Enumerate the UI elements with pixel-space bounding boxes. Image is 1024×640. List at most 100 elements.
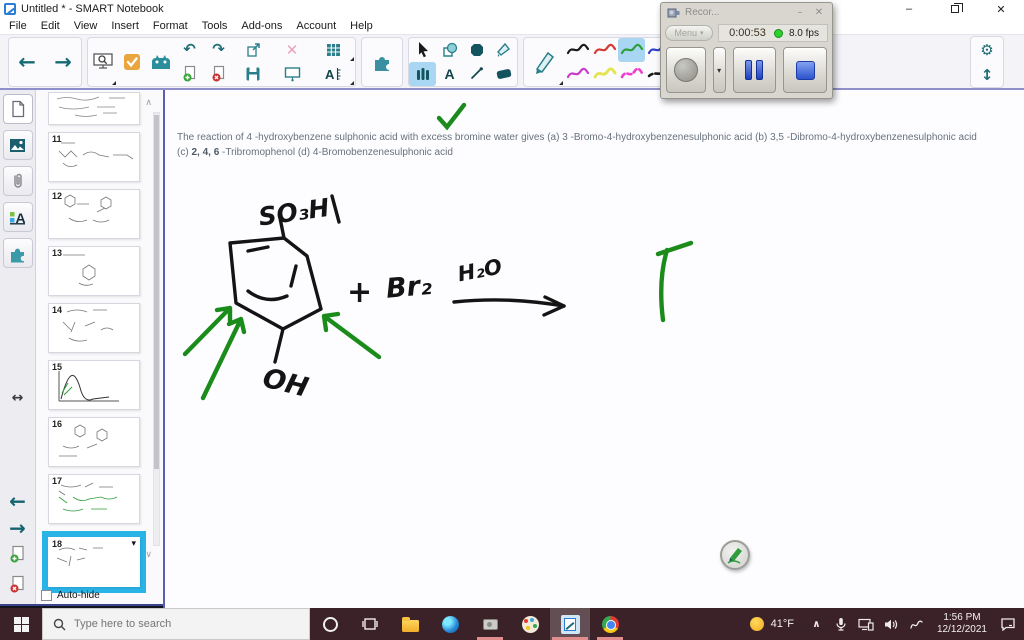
- restore-button[interactable]: [932, 0, 978, 18]
- scrollbar-thumb[interactable]: [154, 115, 159, 470]
- pen-green-button[interactable]: [618, 37, 645, 62]
- record-options-dropdown[interactable]: ▾: [712, 47, 726, 93]
- next-page-button[interactable]: →: [45, 38, 81, 86]
- menu-tools[interactable]: Tools: [195, 20, 235, 32]
- page-menu-dropdown-icon[interactable]: ▾: [131, 539, 136, 549]
- tray-ink-workspace-button[interactable]: [904, 618, 929, 631]
- fill-tool-button[interactable]: [490, 38, 517, 62]
- pen-magenta-button[interactable]: [564, 62, 591, 86]
- taskbar-search[interactable]: [42, 608, 310, 640]
- select-tool-button[interactable]: [409, 38, 436, 62]
- shapes-tool-button[interactable]: [436, 38, 463, 62]
- page-thumbnail[interactable]: 15: [48, 360, 140, 410]
- thumbnails-scroll-down[interactable]: ∨: [145, 550, 152, 560]
- taskbar-clock[interactable]: 1:56 PM 12/12/2021: [929, 612, 995, 636]
- text-measure-button[interactable]: A: [311, 62, 355, 86]
- page-thumbnail[interactable]: 16: [48, 417, 140, 467]
- tab-attachments[interactable]: [2, 166, 33, 196]
- pause-button[interactable]: [732, 47, 777, 93]
- tab-page-sorter[interactable]: [2, 94, 33, 124]
- tray-volume-button[interactable]: [879, 618, 904, 631]
- tab-gallery[interactable]: [2, 130, 33, 160]
- thumbnails-scrollbar[interactable]: [153, 112, 160, 546]
- pen-red-button[interactable]: [591, 38, 618, 62]
- screen-shade-button[interactable]: [273, 62, 311, 86]
- activity-builder-button[interactable]: [146, 38, 175, 86]
- eraser-tool-button[interactable]: [490, 62, 517, 86]
- table-button[interactable]: [311, 38, 355, 62]
- delete-page-side-button[interactable]: [9, 575, 26, 598]
- screen-capture-button[interactable]: [88, 38, 117, 86]
- tray-expand-chevron[interactable]: ∧: [804, 619, 829, 630]
- menu-addons[interactable]: Add-ons: [234, 20, 289, 32]
- page-thumbnail[interactable]: 17: [48, 474, 140, 524]
- taskbar-cortana-button[interactable]: [310, 608, 350, 640]
- menu-account[interactable]: Account: [289, 20, 343, 32]
- taskbar-paint-button[interactable]: [510, 608, 550, 640]
- action-center-button[interactable]: [995, 617, 1020, 631]
- search-input[interactable]: [74, 618, 264, 630]
- record-button[interactable]: [666, 47, 706, 93]
- toolbar-settings-button[interactable]: ⚙: [971, 37, 1003, 62]
- menu-format[interactable]: Format: [146, 20, 195, 32]
- recorder-close-button[interactable]: ✕: [812, 7, 826, 18]
- page-thumbnail[interactable]: 11: [48, 132, 140, 182]
- taskbar-smart-notebook-button[interactable]: [550, 608, 590, 640]
- next-page-arrow[interactable]: →: [9, 518, 26, 538]
- text-tool-button[interactable]: A: [436, 62, 463, 86]
- floating-pen-indicator[interactable]: [720, 540, 750, 570]
- tab-properties[interactable]: A: [2, 202, 33, 232]
- page-thumbnail-selected[interactable]: 18 ▾: [48, 537, 140, 587]
- stop-button[interactable]: [783, 47, 828, 93]
- delete-page-button[interactable]: [204, 62, 233, 86]
- pen-pink-dash-button[interactable]: [618, 62, 645, 86]
- page-thumbnail[interactable]: 12: [48, 189, 140, 239]
- taskbar-recorder-button[interactable]: [470, 608, 510, 640]
- page-thumbnail[interactable]: 14: [48, 303, 140, 353]
- polygon-tool-button[interactable]: [463, 38, 490, 62]
- recorder-minimize-button[interactable]: –: [793, 7, 807, 18]
- add-page-side-button[interactable]: [9, 545, 26, 568]
- pen-black-button[interactable]: [564, 38, 591, 62]
- menu-insert[interactable]: Insert: [104, 20, 146, 32]
- tray-microphone-button[interactable]: [829, 617, 854, 631]
- recorder-menu-button[interactable]: Menu ▾: [665, 25, 713, 41]
- pen-yellow-button[interactable]: [591, 62, 618, 86]
- ink-properties-button[interactable]: [409, 61, 436, 86]
- toolbar-move-button[interactable]: ↕: [971, 62, 1003, 87]
- menu-file[interactable]: File: [2, 20, 34, 32]
- taskbar-file-explorer-button[interactable]: [390, 608, 430, 640]
- page-thumbnail[interactable]: [48, 92, 140, 125]
- undo-button[interactable]: ↶: [175, 38, 204, 62]
- menu-edit[interactable]: Edit: [34, 20, 67, 32]
- check-answer-button[interactable]: [117, 38, 146, 86]
- add-page-button[interactable]: [175, 62, 204, 86]
- weather-widget[interactable]: 41°F: [740, 617, 804, 631]
- tab-addons[interactable]: [2, 238, 33, 268]
- panel-resize-handle[interactable]: ↔: [12, 390, 24, 406]
- taskbar-edge-button[interactable]: [430, 608, 470, 640]
- redo-button[interactable]: ↷: [204, 38, 233, 62]
- menu-view[interactable]: View: [67, 20, 105, 32]
- previous-page-button[interactable]: ←: [9, 38, 45, 86]
- line-tool-button[interactable]: [463, 62, 490, 86]
- menu-help[interactable]: Help: [343, 20, 380, 32]
- previous-page-arrow[interactable]: ←: [9, 491, 26, 511]
- minimize-button[interactable]: –: [886, 0, 932, 18]
- autohide-checkbox[interactable]: [41, 590, 52, 601]
- delete-button[interactable]: ✕: [273, 38, 311, 62]
- export-page-button[interactable]: [233, 38, 273, 62]
- tray-display-button[interactable]: [854, 618, 879, 631]
- page-thumbnail[interactable]: 13: [48, 246, 140, 296]
- close-button[interactable]: ✕: [978, 0, 1024, 18]
- thumbnails-scroll-up[interactable]: ∧: [145, 98, 152, 108]
- smart-blocks-button[interactable]: [362, 38, 402, 86]
- ink-drawing-layer[interactable]: SO₃H OH + Br₂ H₂O: [165, 90, 1024, 608]
- taskbar-task-view-button[interactable]: [350, 608, 390, 640]
- pen-tool-button[interactable]: [524, 38, 564, 86]
- recorder-titlebar[interactable]: Recor... – ✕: [661, 3, 832, 22]
- taskbar-chrome-button[interactable]: [590, 608, 630, 640]
- start-button[interactable]: [0, 608, 42, 640]
- save-button[interactable]: [233, 62, 273, 86]
- notebook-canvas[interactable]: The reaction of 4 -hydroxybenzene sulpho…: [163, 90, 1024, 608]
